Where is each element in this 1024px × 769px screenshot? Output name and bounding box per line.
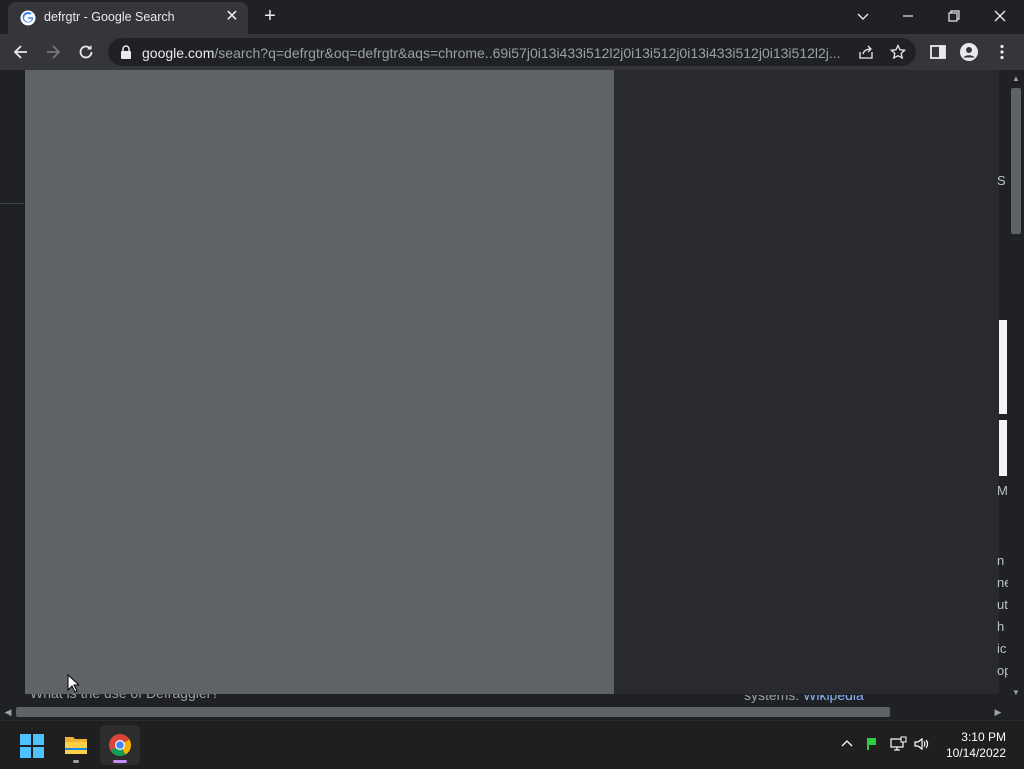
scroll-up-arrow-icon[interactable]: ▲	[1008, 72, 1024, 86]
edge-label-mid: M	[997, 483, 1008, 498]
back-arrow-icon[interactable]	[11, 42, 31, 62]
scroll-left-arrow-icon[interactable]: ◀	[0, 704, 16, 720]
bookmark-star-icon[interactable]	[889, 43, 907, 60]
green-flag-icon[interactable]	[863, 735, 881, 753]
url-host: google.com	[142, 45, 215, 61]
chrome-icon	[108, 733, 132, 762]
thumbnail-image[interactable]	[999, 320, 1007, 414]
window-close-icon[interactable]	[990, 6, 1010, 26]
side-panel-icon[interactable]	[928, 42, 948, 62]
url-path: /search?q=defrgtr&oq=defrgtr&aqs=chrome.…	[214, 45, 841, 61]
header-divider	[0, 203, 24, 204]
browser-toolbar: google.com/search?q=defrgtr&oq=defrgtr&a…	[0, 34, 1024, 70]
tab-strip: defrgtr - Google Search ✕ +	[0, 0, 1024, 34]
reload-icon[interactable]	[76, 42, 96, 62]
horizontal-scroll-thumb[interactable]	[16, 707, 890, 717]
chrome-taskbar-button[interactable]	[100, 725, 140, 765]
vertical-scroll-thumb[interactable]	[1011, 88, 1021, 234]
running-indicator	[73, 760, 79, 763]
vertical-scrollbar[interactable]: ▲ ▼	[1008, 70, 1024, 704]
new-tab-icon[interactable]: +	[260, 6, 280, 26]
url-text[interactable]: google.com/search?q=defrgtr&oq=defrgtr&a…	[142, 45, 854, 61]
address-bar[interactable]: google.com/search?q=defrgtr&oq=defrgtr&a…	[108, 38, 916, 66]
scroll-down-arrow-icon[interactable]: ▼	[1008, 686, 1024, 700]
start-button[interactable]	[12, 725, 52, 765]
tab-title: defrgtr - Google Search	[44, 10, 175, 24]
loading-overlay-left	[25, 70, 614, 694]
system-clock[interactable]: 3:10 PM 10/14/2022	[944, 729, 1006, 761]
loading-overlay-right	[614, 70, 999, 694]
browser-tab[interactable]: defrgtr - Google Search ✕	[8, 2, 248, 34]
profile-icon[interactable]	[959, 42, 979, 62]
mouse-cursor-icon	[67, 673, 81, 694]
share-icon[interactable]	[858, 44, 874, 60]
scroll-right-arrow-icon[interactable]: ▶	[990, 704, 1006, 720]
file-explorer-icon	[64, 734, 88, 761]
chevron-up-icon[interactable]	[838, 735, 856, 753]
horizontal-scrollbar[interactable]: ◀ ▶	[0, 704, 1008, 720]
forward-arrow-icon[interactable]	[43, 42, 63, 62]
lock-icon[interactable]	[120, 45, 132, 59]
clock-time: 3:10 PM	[961, 730, 1006, 744]
tab-close-icon[interactable]: ✕	[224, 9, 240, 25]
restore-icon[interactable]	[944, 6, 964, 26]
file-explorer-button[interactable]	[56, 725, 96, 765]
minimize-icon[interactable]	[898, 6, 918, 26]
network-icon[interactable]	[889, 735, 907, 753]
thumbnail-image[interactable]	[999, 420, 1007, 476]
menu-dots-icon[interactable]	[992, 42, 1012, 62]
google-favicon	[20, 10, 36, 26]
clock-date: 10/14/2022	[945, 746, 1006, 760]
edge-label-top: S	[997, 173, 1006, 188]
tab-search-icon[interactable]	[853, 6, 873, 26]
active-indicator	[113, 760, 127, 763]
volume-icon[interactable]	[913, 735, 931, 753]
page-content: What is the use of Defraggler? systems. …	[0, 70, 1024, 704]
windows-start-icon	[20, 734, 44, 763]
taskbar: 3:10 PM 10/14/2022	[0, 720, 1024, 769]
